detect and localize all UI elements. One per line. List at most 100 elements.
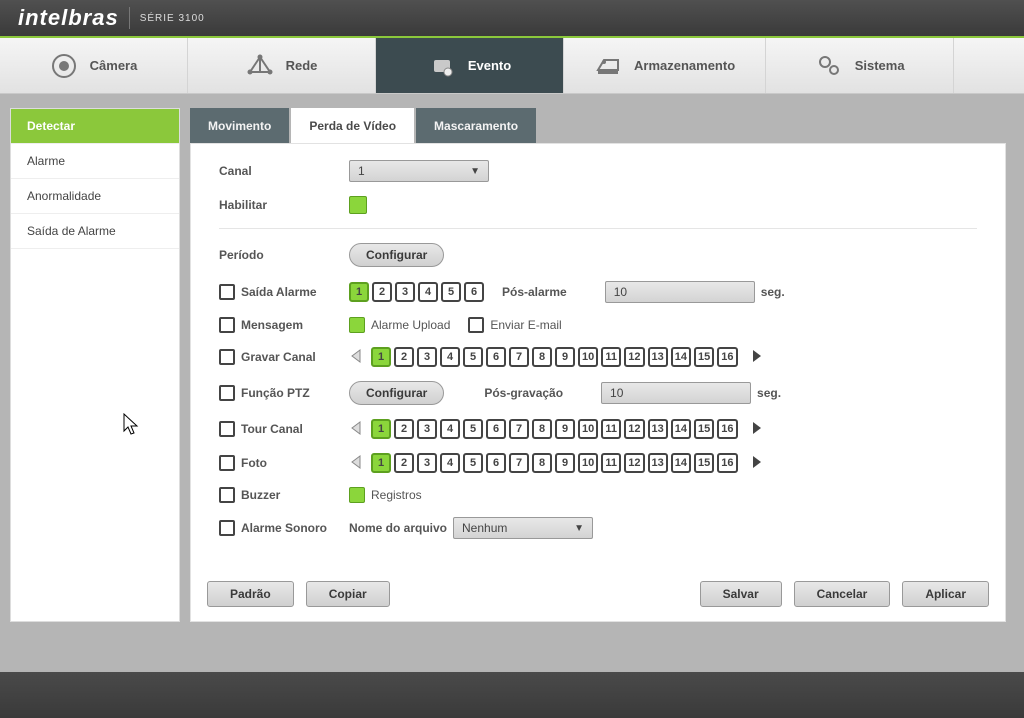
ch-foto-1[interactable]: 1 (371, 453, 391, 473)
canal-dropdown[interactable]: 1 ▼ (349, 160, 489, 182)
habilitar-toggle[interactable] (349, 196, 367, 214)
ch-foto-13[interactable]: 13 (648, 453, 668, 473)
gravar-prev-icon[interactable] (349, 348, 363, 367)
ch-gravar-11[interactable]: 11 (601, 347, 621, 367)
nav-camera[interactable]: Câmera (0, 38, 188, 93)
ch-tour-3[interactable]: 3 (417, 419, 437, 439)
saida-alarme-checkbox[interactable] (219, 284, 235, 300)
pos-gravacao-input[interactable]: 10 (601, 382, 751, 404)
sidebar-saida-alarme[interactable]: Saída de Alarme (11, 214, 179, 249)
ch-gravar-1[interactable]: 1 (371, 347, 391, 367)
funcao-ptz-checkbox[interactable] (219, 385, 235, 401)
tour-prev-icon[interactable] (349, 420, 363, 439)
ch-tour-13[interactable]: 13 (648, 419, 668, 439)
sidebar-alarme[interactable]: Alarme (11, 144, 179, 179)
ch-tour-4[interactable]: 4 (440, 419, 460, 439)
pos-gravacao-unit: seg. (757, 386, 781, 400)
alarm-out-3[interactable]: 3 (395, 282, 415, 302)
alarme-upload-checkbox[interactable] (349, 317, 365, 333)
alarm-out-6[interactable]: 6 (464, 282, 484, 302)
ch-foto-4[interactable]: 4 (440, 453, 460, 473)
tab-movimento[interactable]: Movimento (190, 108, 289, 143)
ch-gravar-15[interactable]: 15 (694, 347, 714, 367)
ch-tour-16[interactable]: 16 (717, 419, 737, 439)
ch-gravar-16[interactable]: 16 (717, 347, 737, 367)
ch-foto-2[interactable]: 2 (394, 453, 414, 473)
ch-tour-10[interactable]: 10 (578, 419, 598, 439)
main-nav: Câmera Rede Evento Armazenamento Sistema (0, 38, 1024, 94)
ch-gravar-5[interactable]: 5 (463, 347, 483, 367)
ch-tour-5[interactable]: 5 (463, 419, 483, 439)
ch-gravar-7[interactable]: 7 (509, 347, 529, 367)
ch-tour-8[interactable]: 8 (532, 419, 552, 439)
copiar-button[interactable]: Copiar (306, 581, 390, 607)
aplicar-button[interactable]: Aplicar (902, 581, 989, 607)
ch-foto-3[interactable]: 3 (417, 453, 437, 473)
cancelar-button[interactable]: Cancelar (794, 581, 891, 607)
ch-foto-11[interactable]: 11 (601, 453, 621, 473)
nav-sistema-label: Sistema (855, 58, 905, 73)
alarm-out-5[interactable]: 5 (441, 282, 461, 302)
sidebar-detectar[interactable]: Detectar (11, 109, 179, 144)
salvar-button[interactable]: Salvar (700, 581, 782, 607)
ch-foto-8[interactable]: 8 (532, 453, 552, 473)
ch-gravar-13[interactable]: 13 (648, 347, 668, 367)
nav-sistema[interactable]: Sistema (766, 38, 954, 93)
tab-perda-video[interactable]: Perda de Vídeo (291, 108, 414, 143)
registros-checkbox[interactable] (349, 487, 365, 503)
alarm-out-1[interactable]: 1 (349, 282, 369, 302)
ch-foto-6[interactable]: 6 (486, 453, 506, 473)
nav-rede[interactable]: Rede (188, 38, 376, 93)
nome-arquivo-dropdown[interactable]: Nenhum ▼ (453, 517, 593, 539)
ch-tour-15[interactable]: 15 (694, 419, 714, 439)
top-bar: intelbras SÉRIE 3100 (0, 0, 1024, 38)
ch-tour-7[interactable]: 7 (509, 419, 529, 439)
ch-tour-6[interactable]: 6 (486, 419, 506, 439)
ch-foto-7[interactable]: 7 (509, 453, 529, 473)
ch-tour-11[interactable]: 11 (601, 419, 621, 439)
foto-prev-icon[interactable] (349, 454, 363, 473)
gravar-next-icon[interactable] (750, 348, 764, 367)
alarm-out-2[interactable]: 2 (372, 282, 392, 302)
ch-foto-14[interactable]: 14 (671, 453, 691, 473)
mensagem-checkbox[interactable] (219, 317, 235, 333)
ch-tour-9[interactable]: 9 (555, 419, 575, 439)
alarm-out-4[interactable]: 4 (418, 282, 438, 302)
sidebar-anormalidade[interactable]: Anormalidade (11, 179, 179, 214)
enviar-email-checkbox[interactable] (468, 317, 484, 333)
nav-evento[interactable]: Evento (376, 38, 564, 93)
tour-next-icon[interactable] (750, 420, 764, 439)
ch-tour-12[interactable]: 12 (624, 419, 644, 439)
ch-gravar-2[interactable]: 2 (394, 347, 414, 367)
ch-foto-10[interactable]: 10 (578, 453, 598, 473)
ch-tour-14[interactable]: 14 (671, 419, 691, 439)
ch-foto-9[interactable]: 9 (555, 453, 575, 473)
ptz-configurar-button[interactable]: Configurar (349, 381, 444, 405)
ch-gravar-8[interactable]: 8 (532, 347, 552, 367)
ch-foto-5[interactable]: 5 (463, 453, 483, 473)
ch-foto-12[interactable]: 12 (624, 453, 644, 473)
tour-canal-checkbox[interactable] (219, 421, 235, 437)
foto-checkbox[interactable] (219, 455, 235, 471)
periodo-configurar-button[interactable]: Configurar (349, 243, 444, 267)
ch-tour-1[interactable]: 1 (371, 419, 391, 439)
buzzer-checkbox[interactable] (219, 487, 235, 503)
ch-tour-2[interactable]: 2 (394, 419, 414, 439)
ch-gravar-14[interactable]: 14 (671, 347, 691, 367)
nav-armazenamento[interactable]: Armazenamento (564, 38, 766, 93)
ch-foto-15[interactable]: 15 (694, 453, 714, 473)
gravar-canal-checkbox[interactable] (219, 349, 235, 365)
alarme-sonoro-checkbox[interactable] (219, 520, 235, 536)
ch-gravar-12[interactable]: 12 (624, 347, 644, 367)
foto-next-icon[interactable] (750, 454, 764, 473)
ch-foto-16[interactable]: 16 (717, 453, 737, 473)
ch-gravar-6[interactable]: 6 (486, 347, 506, 367)
label-alarme-upload: Alarme Upload (371, 318, 450, 332)
ch-gravar-10[interactable]: 10 (578, 347, 598, 367)
ch-gravar-3[interactable]: 3 (417, 347, 437, 367)
pos-alarme-input[interactable]: 10 (605, 281, 755, 303)
ch-gravar-9[interactable]: 9 (555, 347, 575, 367)
tab-mascaramento[interactable]: Mascaramento (416, 108, 536, 143)
padrao-button[interactable]: Padrão (207, 581, 294, 607)
ch-gravar-4[interactable]: 4 (440, 347, 460, 367)
